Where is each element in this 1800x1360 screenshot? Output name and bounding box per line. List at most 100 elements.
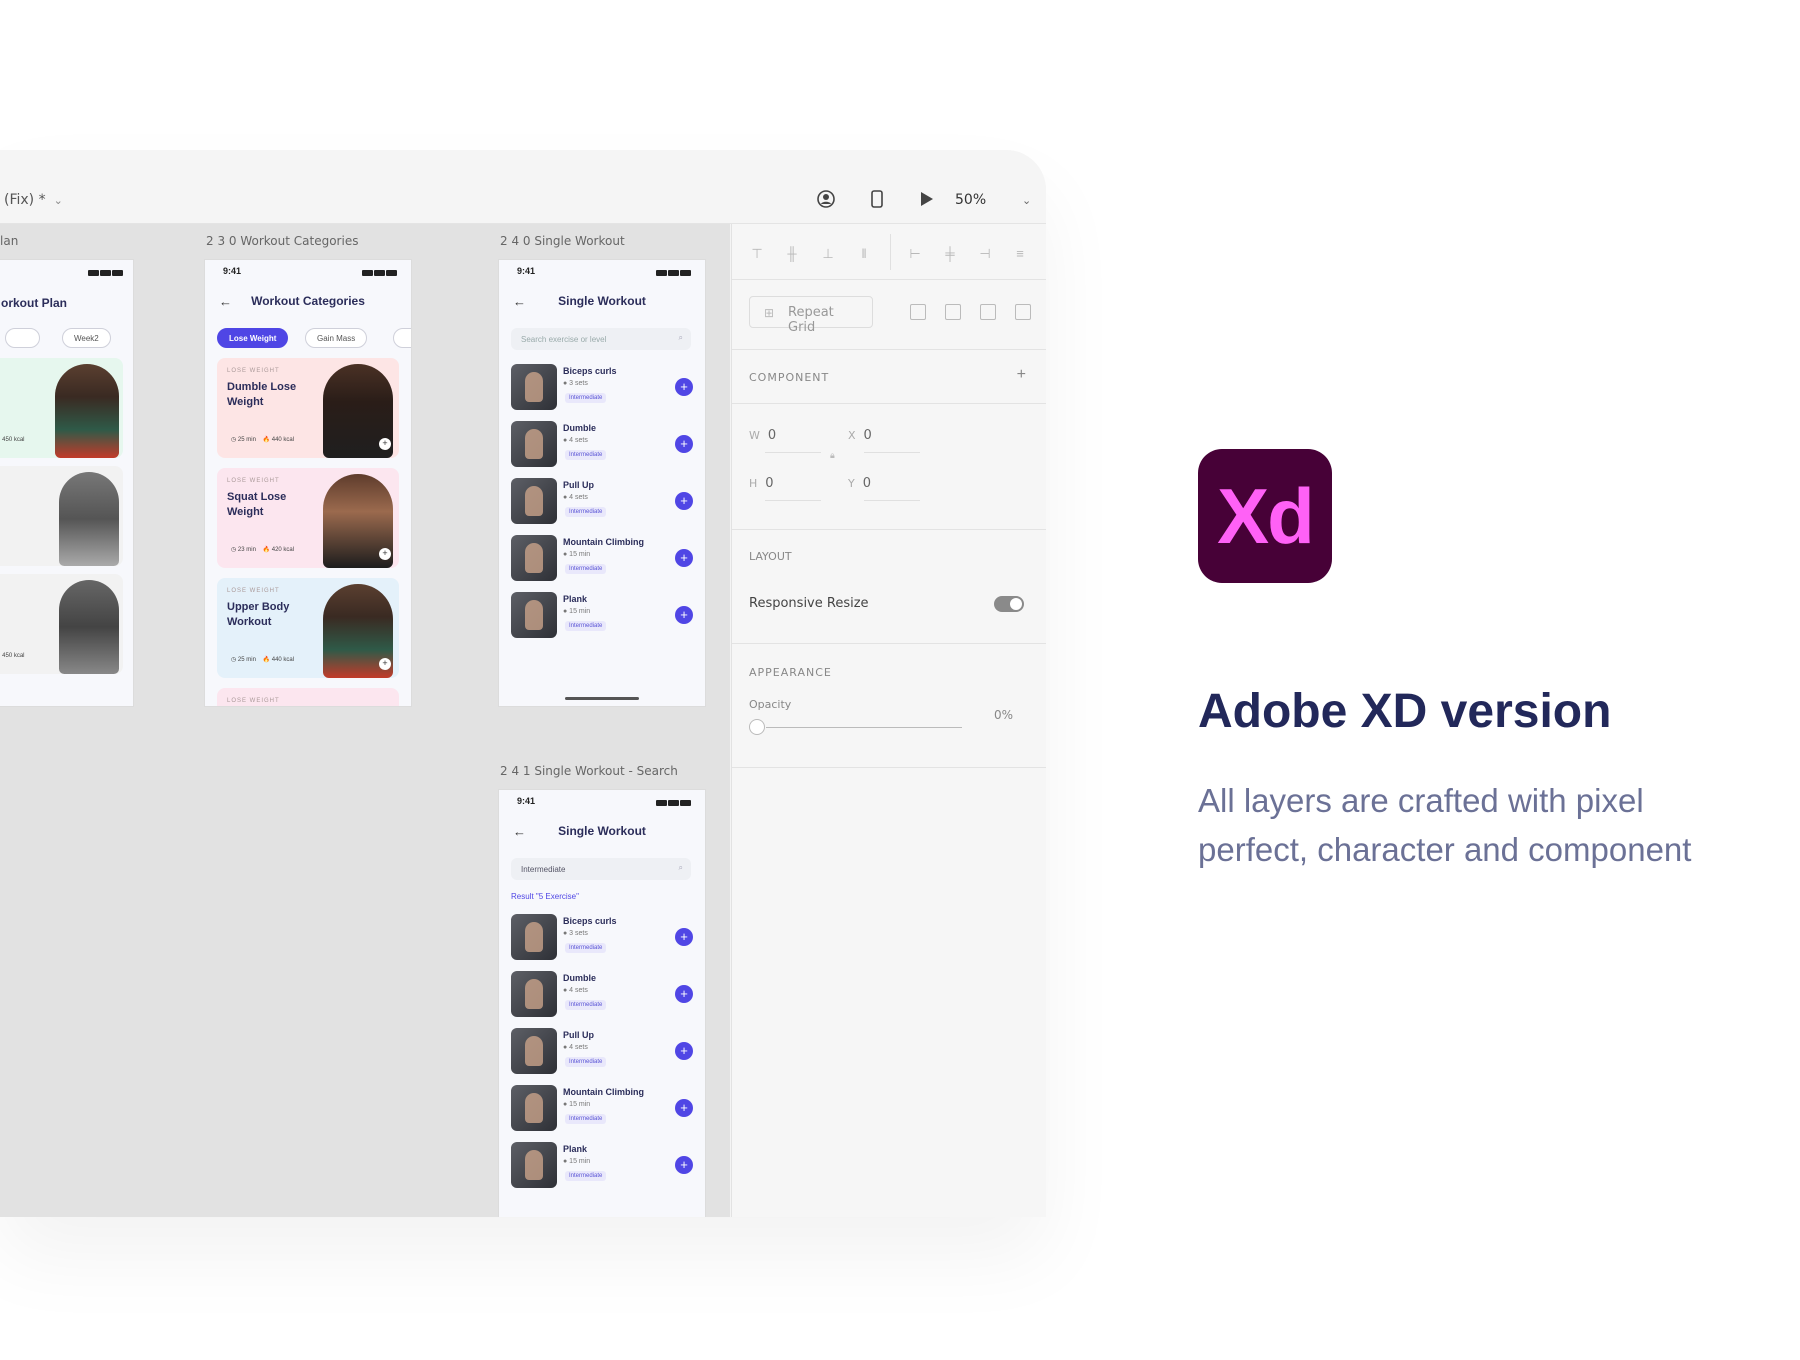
category-card[interactable]: LOSE WEIGHT	[217, 688, 399, 706]
play-icon[interactable]	[916, 188, 938, 210]
align-bottom-icon[interactable]: ⊥	[820, 246, 836, 262]
opacity-slider-track[interactable]	[766, 727, 962, 728]
stage: (Fix) * ⌄ 50% ⌄ lan 2 3 0 Workout Categor…	[0, 0, 1800, 1360]
chip-more[interactable]	[393, 328, 411, 348]
search-icon: ⌕	[678, 863, 683, 872]
search-icon: ⌕	[678, 333, 683, 342]
property-inspector: ⊤ ╫ ⊥ ‖ ⊢ ╪ ⊣ ≡ ⊞ Repeat Grid COMPONENT +	[731, 224, 1046, 1217]
add-exercise-icon[interactable]: +	[675, 1099, 693, 1117]
document-title-text: (Fix) *	[4, 192, 46, 208]
add-icon[interactable]: +	[379, 658, 391, 670]
exercise-meta: ● 3 sets	[563, 380, 588, 387]
add-exercise-icon[interactable]: +	[675, 435, 693, 453]
exercise-thumbnail	[511, 1028, 557, 1074]
category-card[interactable]: LOSE WEIGHT Squat Lose Weight ◷ 23 min 🔥…	[217, 468, 399, 568]
plan-card-2[interactable]	[0, 466, 123, 566]
share-user-icon[interactable]	[815, 188, 837, 210]
exercise-meta: ● 15 min	[563, 608, 591, 615]
exercise-name: Pull Up	[563, 480, 594, 490]
exercise-row[interactable]: Pull Up ● 4 sets Intermediate +	[511, 1028, 695, 1076]
chip-lose-weight[interactable]: Lose Weight	[217, 328, 289, 348]
repeat-grid-row: ⊞ Repeat Grid	[732, 280, 1046, 350]
plan-card-3[interactable]: 🔥 450 kcal	[0, 574, 123, 674]
zoom-chevron-down-icon[interactable]: ⌄	[1022, 194, 1031, 207]
opacity-slider-knob[interactable]	[749, 719, 765, 735]
exercise-level-tag: Intermediate	[565, 564, 607, 574]
exercise-thumbnail	[511, 364, 557, 410]
exercise-row[interactable]: Mountain Climbing ● 15 min Intermediate +	[511, 535, 695, 583]
exercise-row[interactable]: Biceps curls ● 3 sets Intermediate +	[511, 364, 695, 412]
add-exercise-icon[interactable]: +	[675, 378, 693, 396]
add-exercise-icon[interactable]: +	[675, 928, 693, 946]
repeat-grid-button[interactable]: ⊞ Repeat Grid	[749, 296, 873, 335]
document-title[interactable]: (Fix) * ⌄	[4, 192, 63, 208]
align-middle-icon[interactable]: ╫	[784, 246, 800, 262]
exercise-search-input[interactable]: Search exercise or level ⌕	[511, 328, 691, 350]
artboard-label-plan[interactable]: lan	[0, 234, 18, 248]
boolean-add-icon[interactable]	[910, 304, 926, 320]
add-exercise-icon[interactable]: +	[675, 1156, 693, 1174]
exercise-row[interactable]: Dumble ● 4 sets Intermediate +	[511, 971, 695, 1019]
chevron-down-icon[interactable]: ⌄	[54, 194, 63, 207]
align-right-icon[interactable]: ⊣	[977, 246, 993, 262]
add-icon[interactable]: +	[379, 548, 391, 560]
exercise-thumbnail	[511, 1085, 557, 1131]
artboard-label-categories[interactable]: 2 3 0 Workout Categories	[206, 234, 358, 248]
align-left-icon[interactable]: ⊢	[907, 246, 923, 262]
boolean-subtract-icon[interactable]	[945, 304, 961, 320]
exercise-thumbnail	[511, 592, 557, 638]
exercise-row[interactable]: Pull Up ● 4 sets Intermediate +	[511, 478, 695, 526]
artboard-workout-plan[interactable]: orkout Plan Week2 🔥 450 kcal 🔥 450 kcal	[0, 259, 134, 707]
add-exercise-icon[interactable]: +	[675, 492, 693, 510]
exercise-name: Plank	[563, 1144, 588, 1154]
category-card[interactable]: LOSE WEIGHT Upper Body Workout ◷ 25 min …	[217, 578, 399, 678]
artboard-label-search[interactable]: 2 4 1 Single Workout - Search	[500, 764, 678, 778]
chip-week2[interactable]: Week2	[62, 328, 111, 348]
add-exercise-icon[interactable]: +	[675, 606, 693, 624]
height-field[interactable]: H0	[749, 476, 774, 491]
add-exercise-icon[interactable]: +	[675, 1042, 693, 1060]
chip-gain-mass[interactable]: Gain Mass	[305, 328, 368, 348]
opacity-value[interactable]: 0%	[994, 708, 1013, 722]
y-field[interactable]: Y0	[848, 476, 871, 491]
exercise-search-input[interactable]: Intermediate ⌕	[511, 858, 691, 880]
add-exercise-icon[interactable]: +	[675, 985, 693, 1003]
exercise-row[interactable]: Plank ● 15 min Intermediate +	[511, 1142, 695, 1190]
exercise-row[interactable]: Biceps curls ● 3 sets Intermediate +	[511, 914, 695, 962]
artboard-single-workout[interactable]: 9:41 ← Single Workout Search exercise or…	[498, 259, 706, 707]
category-card[interactable]: LOSE WEIGHT Dumble Lose Weight ◷ 25 min …	[217, 358, 399, 458]
design-canvas[interactable]: lan 2 3 0 Workout Categories 2 4 0 Singl…	[0, 224, 730, 1217]
exercise-level-tag: Intermediate	[565, 450, 607, 460]
boolean-intersect-icon[interactable]	[980, 304, 996, 320]
chip-week1[interactable]	[5, 328, 41, 348]
add-icon[interactable]: +	[379, 438, 391, 450]
exercise-name: Plank	[563, 594, 588, 604]
align-center-icon[interactable]: ╪	[942, 246, 958, 262]
artboard-workout-categories[interactable]: 9:41 ← Workout Categories Lose Weight Ga…	[204, 259, 412, 707]
exercise-row[interactable]: Dumble ● 4 sets Intermediate +	[511, 421, 695, 469]
width-field[interactable]: W0	[749, 428, 776, 443]
distribute-horizontal-icon[interactable]: ≡	[1012, 246, 1028, 262]
exercise-row[interactable]: Mountain Climbing ● 15 min Intermediate +	[511, 1085, 695, 1133]
zoom-level[interactable]: 50%	[955, 192, 986, 208]
distribute-vertical-icon[interactable]: ‖	[856, 246, 872, 262]
add-exercise-icon[interactable]: +	[675, 549, 693, 567]
device-preview-icon[interactable]	[866, 188, 888, 210]
responsive-resize-toggle[interactable]	[994, 596, 1024, 612]
exercise-level-tag: Intermediate	[565, 1114, 607, 1124]
boolean-exclude-icon[interactable]	[1015, 304, 1031, 320]
opacity-label: Opacity	[749, 698, 792, 711]
screen-title: Workout Categories	[251, 294, 365, 308]
x-field[interactable]: X0	[848, 428, 872, 443]
exercise-level-tag: Intermediate	[565, 507, 607, 517]
plan-card-1[interactable]: 🔥 450 kcal	[0, 358, 123, 458]
category-title: Dumble Lose Weight	[227, 381, 297, 408]
plan-card-kcal-3: 🔥 450 kcal	[0, 653, 25, 659]
lock-aspect-icon[interactable]: 🔒︎	[830, 450, 835, 461]
add-component-icon[interactable]: +	[1017, 366, 1026, 384]
appearance-row: APPEARANCE Opacity 0%	[732, 644, 1046, 768]
artboard-label-single[interactable]: 2 4 0 Single Workout	[500, 234, 625, 248]
artboard-single-workout-search[interactable]: 9:41 ← Single Workout Intermediate ⌕ Resu…	[498, 789, 706, 1217]
exercise-row[interactable]: Plank ● 15 min Intermediate +	[511, 592, 695, 640]
align-top-icon[interactable]: ⊤	[749, 246, 765, 262]
